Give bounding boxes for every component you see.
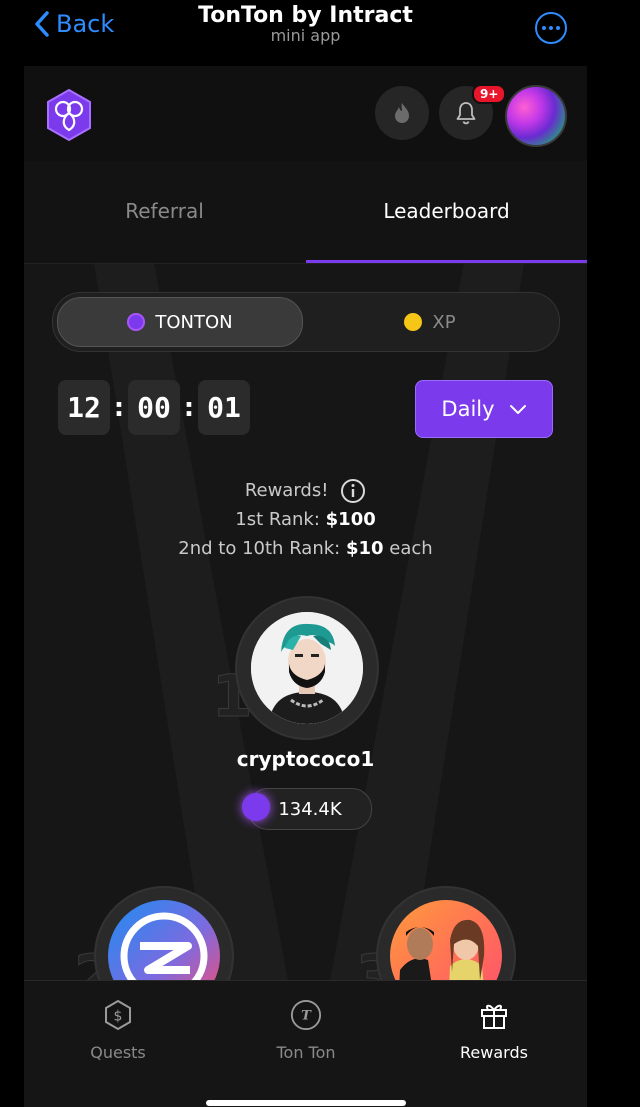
other-rank-label: 2nd to 10th Rank: [178,538,341,559]
tab-bar: Referral Leaderboard [24,161,587,264]
nav-rewards-label: Rewards [460,1043,528,1062]
nav-rewards[interactable]: Rewards [400,981,587,1081]
timer-separator: : [113,392,125,423]
title-block: TonTon by Intract mini app [24,3,587,45]
toggle-tonton-label: TONTON [155,311,233,333]
leader-avatar-first[interactable] [235,596,379,740]
info-icon[interactable] [340,478,366,504]
leader-avatar-image [251,612,363,724]
app-header: 9+ [24,66,587,162]
timer-hours: 12 [58,380,110,435]
app-subtitle: mini app [270,26,341,45]
leader-username: cryptococo1 [236,747,375,771]
tonton-coin-icon [127,313,146,331]
flame-icon [395,103,409,123]
tonton-token-icon: T [290,999,322,1031]
telegram-titlebar: Back TonTon by Intract mini app [24,0,587,66]
app-title: TonTon by Intract [198,3,413,28]
leader-score: 134.4K [278,798,342,820]
anime-avatar-icon [251,612,363,724]
more-dot-icon [542,26,546,30]
nav-quests-label: Quests [90,1043,146,1062]
intract-logo-icon[interactable] [44,88,94,142]
tab-referral[interactable]: Referral [24,161,305,261]
home-indicator[interactable] [206,1100,406,1106]
other-rank-amount: $10 [345,538,384,559]
rewards-info: Rewards! 1st Rank: $100 2nd to 10th Rank… [24,476,587,563]
quests-coin-icon: $ [102,999,134,1031]
chevron-down-icon [509,404,526,414]
more-dot-icon [549,26,553,30]
other-rank-suffix: each [389,538,433,559]
tonton-coin-icon [242,793,270,821]
nav-tonton-label: Ton Ton [276,1043,336,1062]
svg-text:T: T [301,1009,312,1024]
mini-app-window: Back TonTon by Intract mini app 9+ Refer… [24,0,587,1107]
period-dropdown-value: Daily [441,397,495,421]
first-rank-reward: 1st Rank: $100 [24,505,587,534]
countdown-timer: 12 : 00 : 01 [58,380,250,435]
other-rank-reward: 2nd to 10th Rank: $10 each [24,534,587,563]
timer-seconds: 01 [198,380,250,435]
svg-text:$: $ [114,1009,123,1025]
more-options-button[interactable] [535,12,567,44]
first-rank-amount: $100 [325,509,376,530]
nav-quests[interactable]: $ Quests [24,981,212,1081]
timer-separator: : [183,392,195,423]
tab-leaderboard[interactable]: Leaderboard [306,161,587,261]
xp-coin-icon [404,313,423,331]
toggle-tonton[interactable]: TONTON [57,297,303,347]
bottom-navigation: $ Quests T Ton Ton Rewards [24,980,587,1107]
bell-icon [456,102,476,125]
toggle-xp-label: XP [432,311,456,333]
nav-tonton[interactable]: T Ton Ton [212,981,400,1081]
timer-minutes: 00 [128,380,180,435]
gift-icon [478,999,510,1031]
toggle-xp[interactable]: XP [305,297,555,347]
period-dropdown[interactable]: Daily [415,380,553,438]
more-dot-icon [556,26,560,30]
rewards-heading: Rewards! [244,480,329,501]
streak-button[interactable] [375,86,429,140]
currency-toggle: TONTON XP [52,292,560,352]
profile-avatar[interactable] [505,85,567,147]
first-rank-label: 1st Rank: [235,509,320,530]
notification-badge: 9+ [472,84,507,104]
